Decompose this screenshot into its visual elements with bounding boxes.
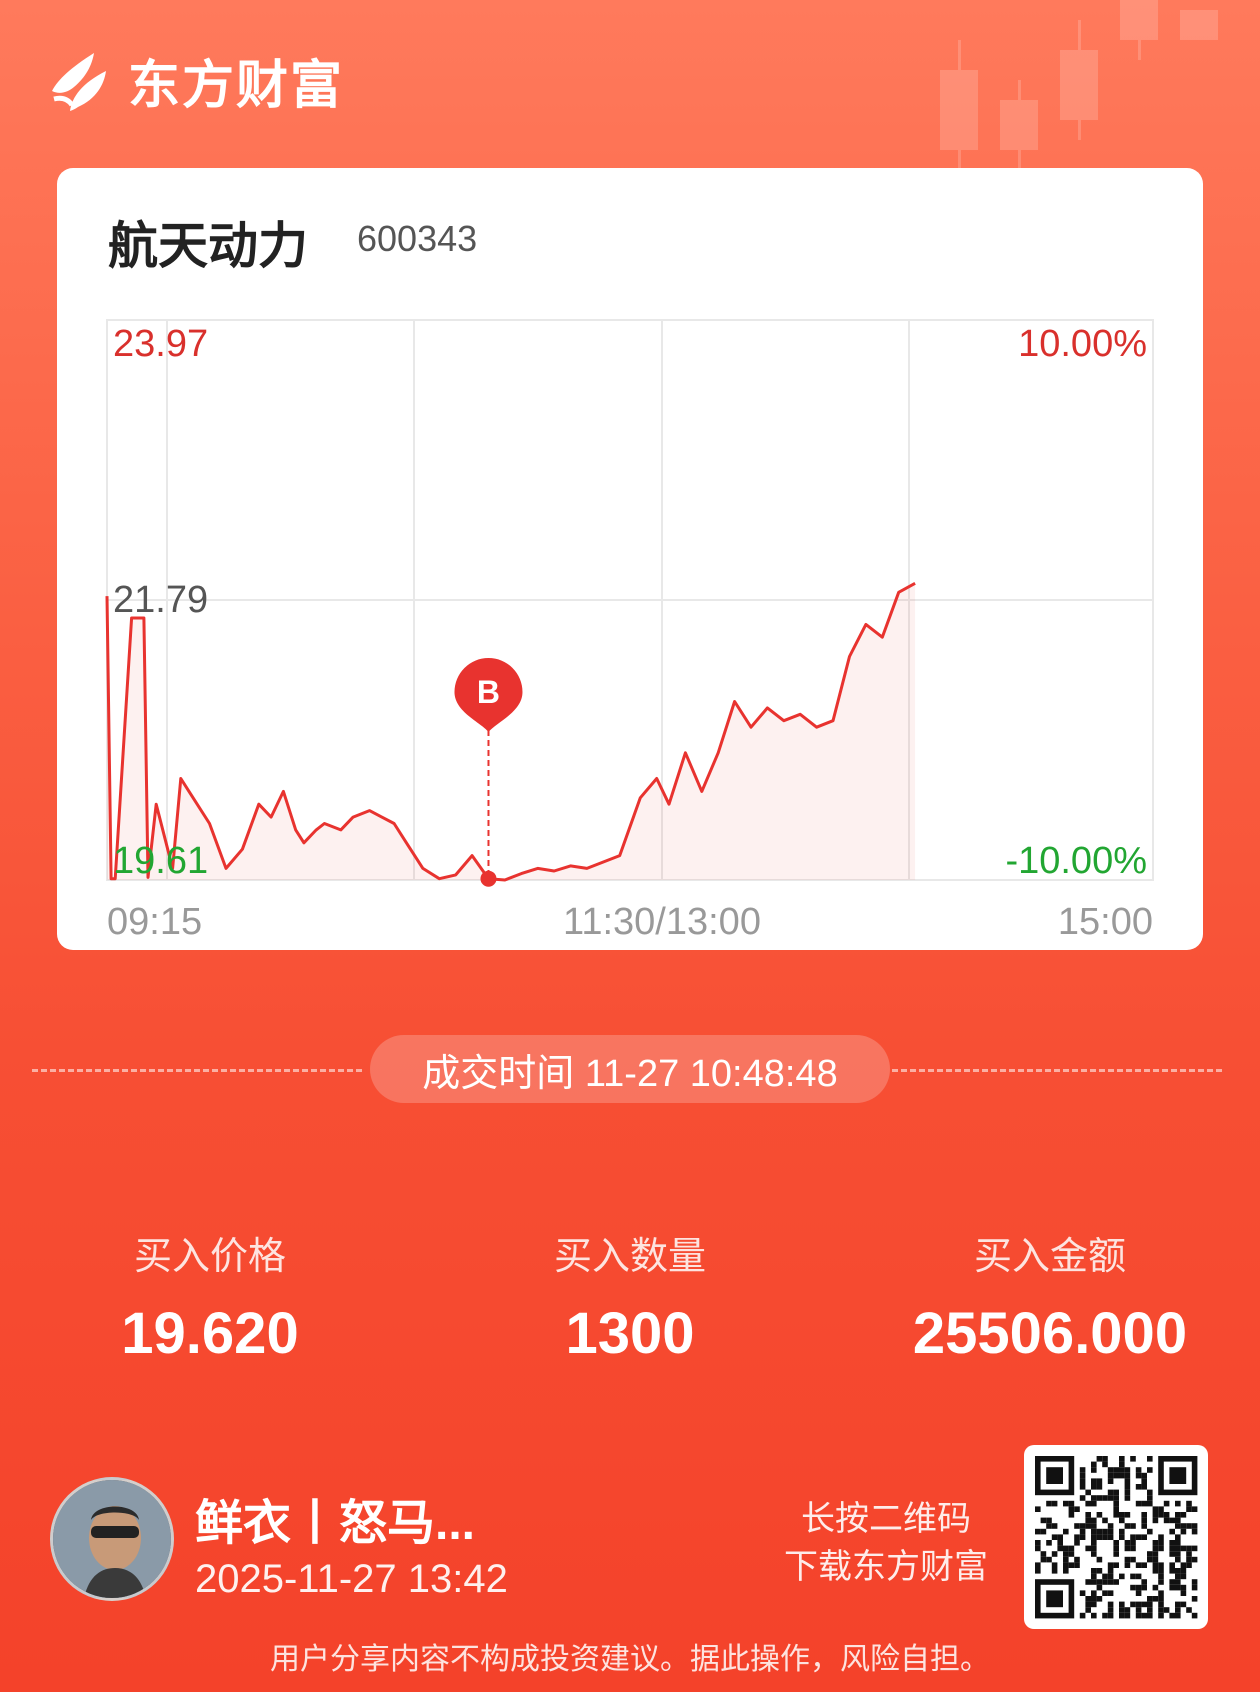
stat-buy-price: 买入价格 19.620 [0,1225,420,1367]
avatar-image [53,1480,171,1598]
stat-buy-amount: 买入金额 25506.000 [840,1225,1260,1367]
divider-right [892,1069,1222,1072]
trade-stats: 买入价格 19.620 买入数量 1300 买入金额 25506.000 [0,1225,1260,1366]
buy-amount-label: 买入金额 [973,1236,1126,1278]
buy-amount-value: 25506.000 [912,1301,1188,1366]
x-tick-mid: 11:30/13:00 [563,901,761,943]
buy-marker: B [454,658,523,887]
x-tick-open: 09:15 [107,901,202,943]
candlestick-decoration [940,0,1218,180]
user-name: 鲜衣丨怒马... [195,1497,476,1550]
qr-hint-line1: 长按二维码 [801,1500,971,1538]
chart-grid [106,319,1154,881]
qr-hint: 长按二维码 下载东方财富 [784,1495,988,1591]
qr-hint-line2: 下载东方财富 [784,1548,988,1586]
avatar[interactable] [50,1477,174,1601]
trade-time: 成交时间 11-27 10:48:48 [370,1035,890,1103]
share-time: 2025-11-27 13:42 [195,1557,508,1601]
brand-name: 东方财富 [128,56,345,115]
y-label-mid: 21.79 [113,579,208,621]
price-area-fill [107,583,916,880]
pct-label-top: 10.00% [1018,323,1147,365]
intraday-chart: 23.97 21.79 19.61 10.00% -10.00% 09:15 1… [105,319,1154,943]
buy-marker-label: B [477,674,500,710]
y-label-top: 23.97 [113,323,208,365]
pct-label-bottom: -10.00% [1005,840,1147,882]
divider-left [32,1069,362,1072]
qr-code-icon [1035,1456,1198,1619]
buy-price-value: 19.620 [121,1301,299,1366]
buy-price-label: 买入价格 [133,1236,286,1278]
stat-buy-qty: 买入数量 1300 [420,1225,840,1367]
header: 东方财富 [48,44,344,116]
y-label-bottom: 19.61 [113,840,208,882]
buy-qty-value: 1300 [565,1301,695,1366]
disclaimer: 用户分享内容不构成投资建议。据此操作，风险自担。 [270,1643,990,1676]
qr-code[interactable] [1024,1445,1208,1629]
buy-qty-label: 买入数量 [553,1236,706,1278]
trade-time-row: 成交时间 11-27 10:48:48 [0,1035,1260,1105]
stock-chart-card: 航天动力 600343 23.97 21.79 19.61 10.00% -10… [57,168,1203,950]
eastmoney-logo-icon [52,53,106,111]
x-tick-close: 15:00 [1058,901,1153,943]
share-user: 鲜衣丨怒马... 2025-11-27 13:42 [50,1477,650,1602]
